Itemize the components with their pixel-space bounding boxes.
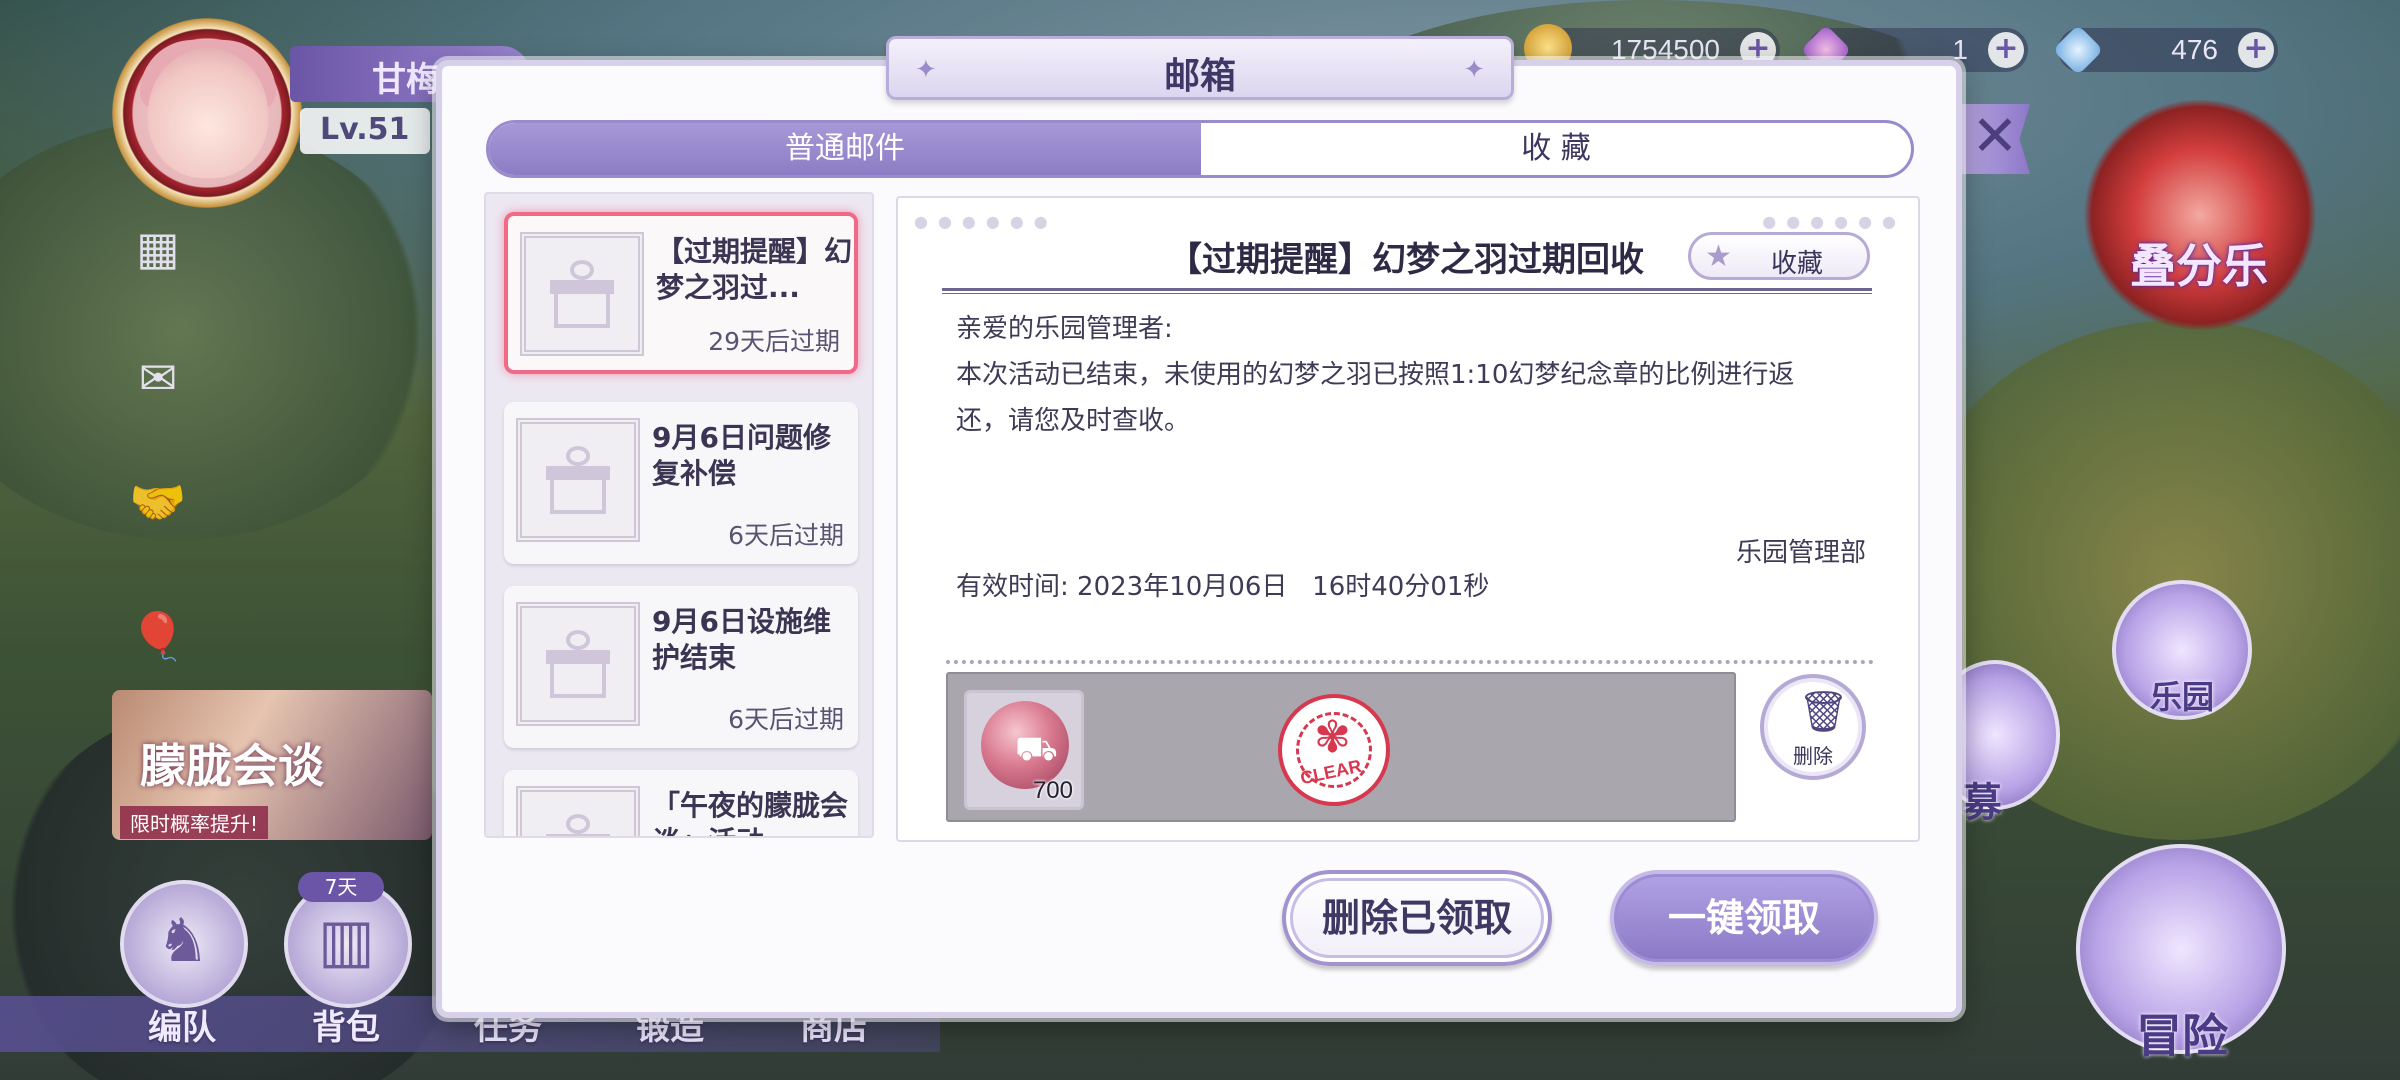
delete-claimed-button[interactable]: 删除已领取 xyxy=(1282,870,1552,966)
mail-title: 「午夜的朦胧会谈」活动 xyxy=(652,789,849,836)
mail-title: 【过期提醒】幻梦之羽过... xyxy=(656,235,853,304)
reward-area: ⛟ 700 ✾ CLEAR xyxy=(946,672,1736,822)
gift-thumbnail xyxy=(516,786,640,836)
mail-detail-panel: ●●●●●● ●●●●●● 【过期提醒】幻梦之羽过期回收 ★ 收藏 亲爱的乐园管… xyxy=(896,196,1920,842)
recruit-label: 募 xyxy=(1962,779,2002,826)
mail-title: 9月6日设施维护结束 xyxy=(652,605,831,674)
mail-detail-title: 【过期提醒】幻梦之羽过期回收 xyxy=(1168,240,1644,280)
mailbox-title-plate: ✦ 邮箱 ✦ xyxy=(886,36,1514,100)
valid-time-label: 有效时间: xyxy=(956,572,1069,602)
handshake-icon[interactable]: 🤝 xyxy=(122,466,194,538)
gift-icon xyxy=(544,630,612,698)
diamond-value: 476 xyxy=(2171,34,2218,65)
timer-badge: 7天 xyxy=(298,872,384,902)
diamond-counter: 476 + xyxy=(2052,24,2278,76)
delete-mail-button[interactable]: 🗑 删除 xyxy=(1760,674,1866,780)
star-icon: ★ xyxy=(1705,239,1732,274)
mail-signature: 乐园管理部 xyxy=(1735,538,1866,568)
mail-expire: 29天后过期 xyxy=(708,327,840,356)
list-item[interactable]: 9月6日问题修复补偿 6天后过期 xyxy=(504,402,858,564)
souvenir-coin-icon: ⛟ xyxy=(981,701,1069,789)
player-level: Lv.51 xyxy=(320,112,410,147)
formation-button[interactable]: ♞ xyxy=(120,880,248,1008)
mail-expire: 6天后过期 xyxy=(728,521,844,550)
dotted-divider xyxy=(946,660,1874,664)
mailbox-title: 邮箱 xyxy=(1163,56,1236,97)
knight-icon: ♞ xyxy=(156,906,210,976)
gift-thumbnail xyxy=(516,418,640,542)
reward-item[interactable]: ⛟ 700 xyxy=(964,690,1084,810)
menu-grid-icon[interactable]: ▦ xyxy=(122,212,194,284)
banner-subtitle: 限时概率提升! xyxy=(120,806,269,839)
list-item[interactable]: 【过期提醒】幻梦之羽过... 29天后过期 xyxy=(504,212,858,374)
player-avatar[interactable] xyxy=(148,48,268,178)
paradise-label: 乐园 xyxy=(2150,678,2215,716)
trash-icon: 🗑 xyxy=(1798,689,1849,735)
tab-normal-mail[interactable]: 普通邮件 xyxy=(489,123,1201,175)
list-item[interactable]: 「午夜的朦胧会谈」活动 xyxy=(504,770,858,836)
valid-time-value: 2023年10月06日 16时40分01秒 xyxy=(1077,572,1490,602)
banner-title: 朦胧会谈 xyxy=(140,739,324,793)
favorite-button[interactable]: ★ 收藏 xyxy=(1688,232,1870,280)
tab-favorites[interactable]: 收 藏 xyxy=(1201,123,1911,175)
list-item[interactable]: 9月6日设施维护结束 6天后过期 xyxy=(504,586,858,748)
mail-content: 本次活动已结束，未使用的幻梦之羽已按照1:10幻梦纪念章的比例进行返还，请您及时… xyxy=(956,360,1795,436)
mail-expire: 6天后过期 xyxy=(728,705,844,734)
decorative-dots: ●●●●●● xyxy=(1762,212,1906,231)
claim-all-button[interactable]: 一键领取 xyxy=(1610,870,1878,966)
mail-title: 9月6日问题修复补偿 xyxy=(652,421,831,490)
mailbox-tabs: 普通邮件 收 藏 xyxy=(486,120,1914,178)
add-diamond-button[interactable]: + xyxy=(2238,32,2274,68)
mail-greeting: 亲爱的乐园管理者: xyxy=(956,314,1173,344)
gift-icon xyxy=(544,446,612,514)
claimed-stamp: ✾ CLEAR xyxy=(1278,694,1390,806)
reward-quantity: 700 xyxy=(1032,777,1073,804)
delete-label: 删除 xyxy=(1793,744,1833,768)
gift-thumbnail xyxy=(516,602,640,726)
title-divider xyxy=(942,288,1872,294)
gacha-banner[interactable]: 朦胧会谈 限时概率提升! xyxy=(112,690,432,840)
sparkle-icon: ✦ xyxy=(1463,55,1485,85)
favorite-label: 收藏 xyxy=(1771,249,1824,279)
mail-icon[interactable]: ✉ xyxy=(122,342,194,414)
player-name: 甘梅 xyxy=(372,60,440,100)
mail-body: 亲爱的乐园管理者: 本次活动已结束，未使用的幻梦之羽已按照1:10幻梦纪念章的比… xyxy=(956,306,1836,444)
decorative-dots: ●●●●●● xyxy=(914,212,1058,231)
valid-time: 有效时间: 2023年10月06日 16时40分01秒 xyxy=(956,566,1489,603)
gift-icon xyxy=(544,814,612,836)
suitcase-icon: ▥ xyxy=(318,906,375,976)
nav-bag[interactable]: 背包 xyxy=(312,1000,380,1049)
stamp-emblem-icon: ✾ xyxy=(1314,712,1351,763)
carriage-icon: ⛟ xyxy=(1015,729,1058,769)
gift-icon xyxy=(548,260,616,328)
close-icon[interactable]: ✕ xyxy=(1960,104,2030,174)
adventure-label: 冒险 xyxy=(2136,1009,2228,1063)
add-gem-button[interactable]: + xyxy=(1988,32,2024,68)
nav-formation[interactable]: 编队 xyxy=(148,1000,216,1049)
mail-list[interactable]: 【过期提醒】幻梦之羽过... 29天后过期 9月6日问题修复补偿 6天后过期 9… xyxy=(484,192,874,838)
balloon-icon[interactable]: 🎈 xyxy=(122,600,194,672)
gift-thumbnail xyxy=(520,232,644,356)
event-label: 叠分乐 xyxy=(2130,239,2268,293)
